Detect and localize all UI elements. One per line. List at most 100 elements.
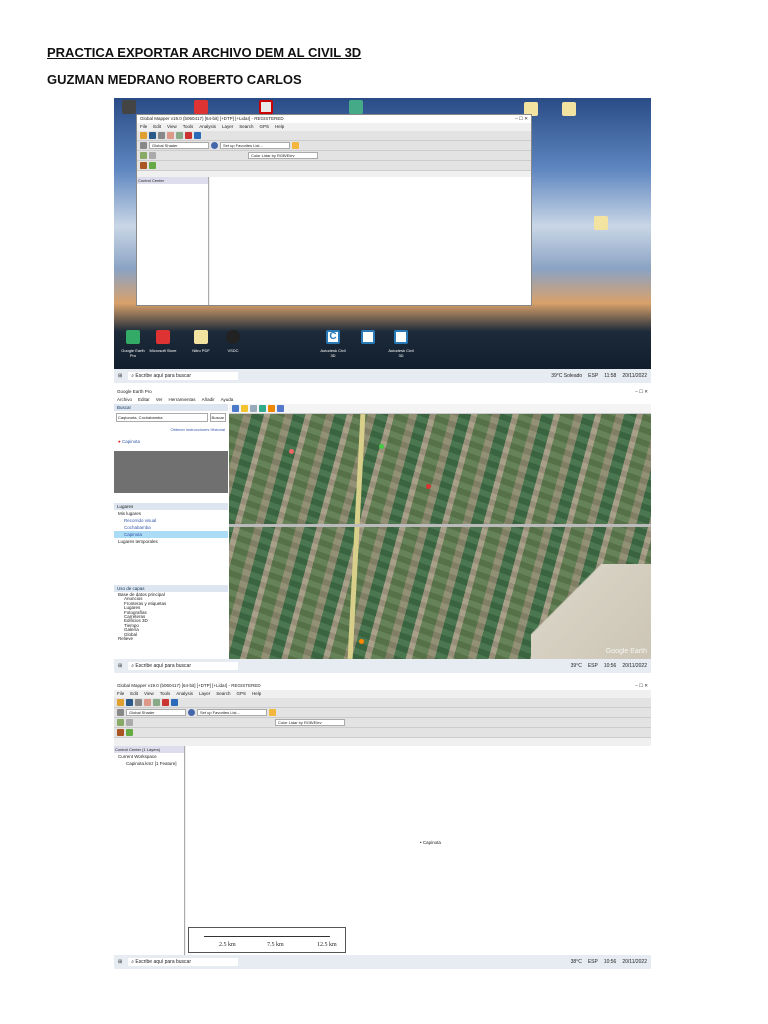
language[interactable]: ESP [588, 959, 598, 965]
edit-icon[interactable] [126, 719, 133, 726]
3d-icon[interactable] [188, 709, 195, 716]
taskbar-search[interactable]: ⌕ Escribe aquí para buscar [128, 372, 239, 380]
menu-analysis[interactable]: Analysis [176, 691, 193, 697]
poi-marker[interactable] [289, 449, 294, 454]
delete-icon[interactable] [162, 699, 169, 706]
shader-select[interactable]: Global Shader [126, 709, 186, 716]
menu-edit[interactable]: Edit [153, 124, 161, 130]
lidar-color-select[interactable]: Color Lidar by RGB/Elev [248, 152, 318, 159]
menu-search[interactable]: Search [239, 124, 253, 130]
window-controls[interactable]: – ☐ ✕ [635, 389, 648, 395]
placemark-icon[interactable] [241, 405, 248, 412]
language[interactable]: ESP [588, 663, 598, 669]
ruler-icon[interactable] [277, 405, 284, 412]
save-icon[interactable] [135, 699, 142, 706]
menu-file[interactable]: File [117, 691, 124, 697]
poi-marker[interactable] [379, 444, 384, 449]
poi-marker[interactable] [426, 484, 431, 489]
menu-tools[interactable]: Tools [183, 124, 194, 130]
places-item[interactable]: Recorrido visual [114, 517, 228, 524]
menu-view[interactable]: View [144, 691, 154, 697]
shader-select[interactable]: Global Shader [149, 142, 209, 149]
places-item[interactable]: Cochabamba [114, 524, 228, 531]
menu-anadir[interactable]: Añadir [202, 397, 215, 403]
clock-time[interactable]: 11:58 [604, 373, 616, 379]
terrain-icon[interactable] [176, 132, 183, 139]
search-header[interactable]: Buscar [114, 404, 228, 411]
window-controls[interactable]: – ☐ ✕ [515, 116, 528, 122]
menu-tools[interactable]: Tools [160, 691, 171, 697]
places-item[interactable]: Capinota [114, 531, 228, 538]
directions-link[interactable]: Obtener instrucciones [171, 427, 210, 432]
capinota-point[interactable]: • Capinota [420, 840, 441, 845]
terrain-icon[interactable] [153, 699, 160, 706]
config-icon[interactable] [117, 709, 124, 716]
layer-node[interactable]: Capinota.kmz [1 Feature] [114, 760, 184, 767]
info-icon[interactable] [171, 699, 178, 706]
clock-date[interactable]: 20/11/2022 [622, 959, 647, 965]
map-view[interactable]: • Capinota 2.5 km 7.5 km 12.5 km [186, 746, 651, 955]
star-icon[interactable] [269, 709, 276, 716]
poi-marker[interactable] [359, 639, 364, 644]
digitizer-icon[interactable] [117, 719, 124, 726]
search-input[interactable]: Caqtonota, Cochabamba [116, 413, 208, 422]
menu-file[interactable]: File [140, 124, 147, 130]
star-icon[interactable] [292, 142, 299, 149]
favorites-select[interactable]: Set up Favorites List... [220, 142, 290, 149]
menu-search[interactable]: Search [216, 691, 230, 697]
menu-gps[interactable]: GPS [260, 124, 270, 130]
menu-edit[interactable]: Edit [130, 691, 138, 697]
lidar-icon[interactable] [140, 162, 147, 169]
language[interactable]: ESP [588, 373, 598, 379]
places-header[interactable]: Lugares [114, 503, 228, 510]
zoom-icon[interactable] [144, 699, 151, 706]
menu-help[interactable]: Help [275, 124, 284, 130]
windows-start-icon[interactable]: ⊞ [118, 373, 122, 379]
tree-icon[interactable] [126, 729, 133, 736]
layers-header[interactable]: Uso de capas [114, 585, 228, 592]
lidar-icon[interactable] [117, 729, 124, 736]
places-item[interactable]: Lugares temporales [114, 538, 228, 545]
zoom-icon[interactable] [167, 132, 174, 139]
search-button[interactable]: Buscar [209, 413, 226, 422]
menu-archivo[interactable]: Archivo [117, 397, 132, 403]
windows-start-icon[interactable]: ⊞ [118, 959, 122, 965]
info-icon[interactable] [194, 132, 201, 139]
clock-time[interactable]: 10:56 [604, 959, 617, 965]
windows-start-icon[interactable]: ⊞ [118, 663, 122, 669]
window-controls[interactable]: – ☐ ✕ [635, 683, 648, 689]
menu-ayuda[interactable]: Ayuda [221, 397, 234, 403]
map-view[interactable] [210, 177, 531, 305]
lidar-color-select[interactable]: Color Lidar by RGB/Elev [275, 719, 345, 726]
favorites-select[interactable]: Set up Favorites List... [197, 709, 267, 716]
polygon-icon[interactable] [250, 405, 257, 412]
config-icon[interactable] [140, 142, 147, 149]
workspace-node[interactable]: Current Workspace [114, 753, 184, 760]
tree-icon[interactable] [149, 162, 156, 169]
3d-icon[interactable] [211, 142, 218, 149]
menu-gps[interactable]: GPS [237, 691, 247, 697]
clock-time[interactable]: 10:56 [604, 663, 617, 669]
weather[interactable]: 39°C [571, 663, 582, 669]
taskbar-search[interactable]: ⌕ Escribe aquí para buscar [128, 958, 239, 966]
save-icon[interactable] [158, 132, 165, 139]
edit-icon[interactable] [149, 152, 156, 159]
globe-icon[interactable] [126, 699, 133, 706]
history-link[interactable]: Historial [211, 427, 225, 432]
menu-help[interactable]: Help [252, 691, 261, 697]
clock-date[interactable]: 20/11/2022 [622, 373, 647, 379]
weather[interactable]: 38°C [571, 959, 582, 965]
satellite-map[interactable]: Google Earth [229, 414, 651, 673]
places-item[interactable]: Mis lugares [114, 510, 228, 517]
globe-icon[interactable] [259, 405, 266, 412]
open-icon[interactable] [117, 699, 124, 706]
search-result[interactable]: Capinota [122, 439, 140, 444]
weather[interactable]: 39°C Soleado [551, 373, 582, 379]
menu-layer[interactable]: Layer [222, 124, 233, 130]
globe-icon[interactable] [149, 132, 156, 139]
sidebar-toggle-icon[interactable] [232, 405, 239, 412]
open-icon[interactable] [140, 132, 147, 139]
digitizer-icon[interactable] [140, 152, 147, 159]
menu-view[interactable]: View [167, 124, 177, 130]
menu-layer[interactable]: Layer [199, 691, 210, 697]
